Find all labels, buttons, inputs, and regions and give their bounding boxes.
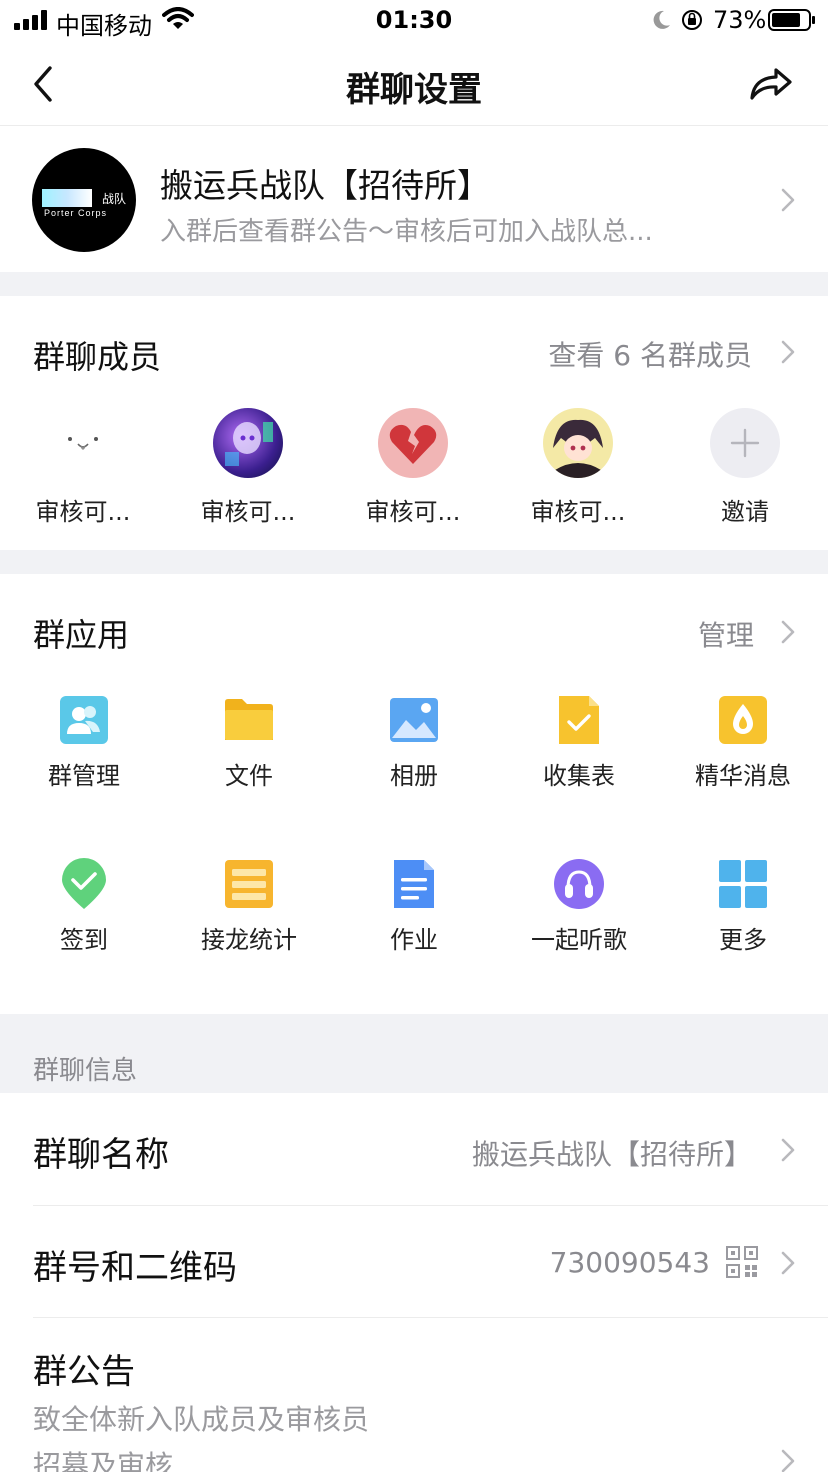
- member-item[interactable]: 审核可...: [183, 408, 313, 528]
- plus-icon: [710, 408, 780, 478]
- group-profile-row[interactable]: 战队 Porter Corps 搬运兵战队【招待所】 入群后查看群公告～审核后可…: [0, 127, 828, 272]
- grid-more-icon: [719, 860, 767, 908]
- info-section-label: 群聊信息: [33, 1056, 138, 1086]
- share-icon[interactable]: [748, 64, 794, 104]
- announcement-row[interactable]: 群公告 致全体新入队成员及审核员 招募及审核: [0, 1318, 828, 1472]
- row-value: 搬运兵战队【招待所】: [471, 1138, 752, 1171]
- chevron-right-icon: [780, 619, 796, 645]
- rotation-lock-icon: [682, 10, 702, 30]
- homework-icon: [394, 860, 434, 908]
- essence-icon: [719, 696, 767, 744]
- member-item[interactable]: 审核可...: [348, 408, 478, 528]
- chevron-right-icon: [780, 1250, 796, 1276]
- app-label: 相册: [390, 762, 438, 790]
- app-listen-together[interactable]: 一起听歌: [509, 858, 649, 968]
- app-label: 接龙统计: [201, 926, 297, 954]
- app-check-in[interactable]: 签到: [14, 858, 154, 968]
- app-more[interactable]: 更多: [673, 858, 813, 968]
- group-id-qr-row[interactable]: 群号和二维码 730090543: [0, 1206, 828, 1318]
- app-essence-messages[interactable]: 精华消息: [673, 694, 813, 804]
- folder-icon: [225, 699, 273, 740]
- member-name: 审核可...: [35, 498, 131, 526]
- app-label: 文件: [225, 762, 273, 790]
- check-in-icon: [62, 858, 106, 909]
- invite-button[interactable]: 邀请: [680, 408, 810, 528]
- member-avatar: [378, 408, 448, 478]
- member-avatar: [543, 408, 613, 478]
- group-manage-icon: [60, 696, 108, 744]
- logo-block: [42, 189, 92, 207]
- chevron-right-icon: [780, 1448, 796, 1472]
- app-label: 收集表: [543, 762, 615, 790]
- announcement-line: 招募及审核: [33, 1449, 174, 1472]
- member-item[interactable]: 审核可...: [18, 408, 148, 528]
- chevron-right-icon: [780, 187, 796, 213]
- member-item[interactable]: 审核可...: [513, 408, 643, 528]
- section-gap: [0, 550, 828, 574]
- row-title: 群聊名称: [33, 1135, 169, 1175]
- app-label: 签到: [60, 926, 108, 954]
- battery-icon: [768, 9, 815, 31]
- group-description: 入群后查看群公告～审核后可加入战队总...: [160, 217, 653, 247]
- app-collection-form[interactable]: 收集表: [509, 694, 649, 804]
- group-apps-section: 群应用 管理 群管理 文件 相册 收集表 精华消息 签到 接龙统计 作业 一起听…: [0, 574, 828, 1014]
- app-label: 群管理: [48, 762, 120, 790]
- members-title: 群聊成员: [33, 338, 162, 376]
- announcement-line: 致全体新入队成员及审核员: [33, 1403, 370, 1436]
- app-label: 作业: [390, 926, 438, 954]
- invite-label: 邀请: [721, 498, 769, 526]
- photo-album-icon: [390, 698, 438, 742]
- group-name-row[interactable]: 群聊名称 搬运兵战队【招待所】: [0, 1093, 828, 1205]
- logo-text: 战队: [102, 192, 127, 206]
- logo-text-en: Porter Corps: [44, 208, 108, 218]
- apps-title: 群应用: [33, 616, 130, 654]
- status-bar: 中国移动 01:30 73%: [0, 0, 828, 42]
- member-name: 审核可...: [200, 498, 296, 526]
- section-gap: [0, 272, 828, 296]
- app-group-manage[interactable]: 群管理: [14, 694, 154, 804]
- member-avatar: [48, 408, 118, 478]
- view-all-members-link[interactable]: 查看 6 名群成员: [460, 334, 752, 374]
- form-icon: [559, 696, 599, 744]
- members-section: 群聊成员 查看 6 名群成员 审核可... 审核可... 审核可... 审核可.…: [0, 296, 828, 550]
- row-title: 群公告: [33, 1352, 135, 1392]
- battery-percent: 73%: [713, 6, 767, 34]
- row-value: 730090543: [549, 1246, 710, 1279]
- chevron-right-icon: [780, 339, 796, 365]
- chevron-right-icon: [780, 1137, 796, 1163]
- app-label: 更多: [719, 926, 767, 954]
- moon-icon: [653, 10, 670, 29]
- app-homework[interactable]: 作业: [344, 858, 484, 968]
- app-album[interactable]: 相册: [344, 694, 484, 804]
- row-title: 群号和二维码: [33, 1248, 237, 1288]
- member-name: 审核可...: [365, 498, 461, 526]
- manage-apps-link[interactable]: 管理: [600, 614, 754, 654]
- group-info-panel: 群聊名称 搬运兵战队【招待所】 群号和二维码 730090543 群公告 致全体…: [0, 1093, 828, 1472]
- navigation-bar: 群聊设置: [0, 42, 828, 126]
- group-name: 搬运兵战队【招待所】: [160, 166, 490, 205]
- app-label: 精华消息: [695, 762, 791, 790]
- qr-code-icon: [726, 1246, 758, 1278]
- member-name: 审核可...: [530, 498, 626, 526]
- page-title: 群聊设置: [346, 70, 482, 110]
- app-relay-stats[interactable]: 接龙统计: [179, 858, 319, 968]
- member-avatar: [213, 408, 283, 478]
- headphones-icon: [554, 859, 604, 909]
- app-files[interactable]: 文件: [179, 694, 319, 804]
- group-avatar: 战队 Porter Corps: [32, 148, 136, 252]
- relay-list-icon: [225, 860, 273, 908]
- app-label: 一起听歌: [531, 926, 627, 954]
